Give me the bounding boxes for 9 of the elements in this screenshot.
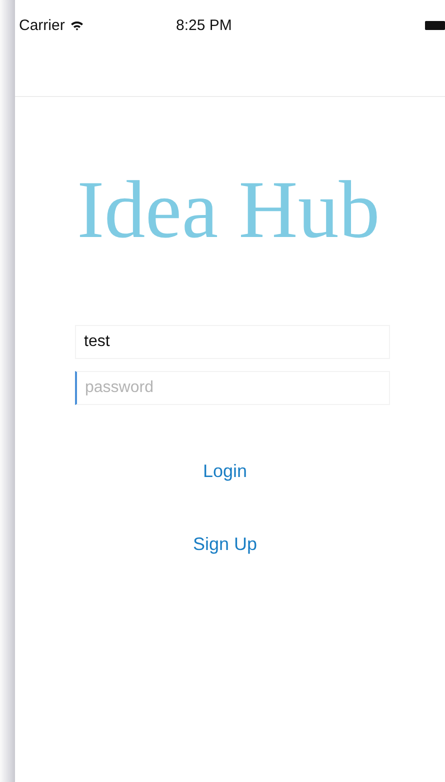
username-field[interactable]: test bbox=[75, 325, 390, 359]
battery-icon bbox=[425, 20, 445, 30]
wifi-icon bbox=[70, 20, 84, 30]
status-time: 8:25 PM bbox=[175, 16, 233, 34]
app-title: Idea Hub bbox=[77, 169, 381, 251]
text-button[interactable]: Sign Up bbox=[184, 530, 266, 559]
carrier-label: Carrier bbox=[19, 16, 65, 34]
password-field[interactable]: password bbox=[75, 371, 390, 405]
text-button[interactable]: Login bbox=[194, 457, 256, 486]
